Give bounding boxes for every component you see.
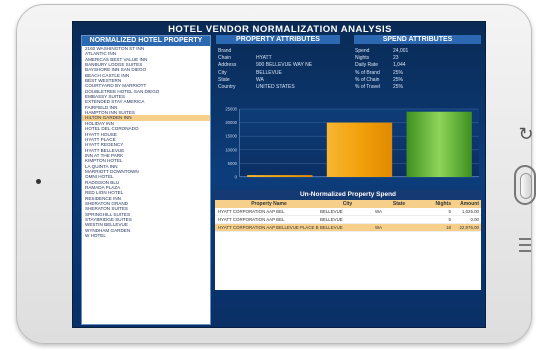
property-attribute-label: Chain (218, 55, 232, 62)
cell-property-name: HYATT CORPORATION AAP BEL (218, 209, 285, 214)
property-attribute-value: HYATT (256, 55, 272, 62)
spend-attribute-label: % of Travel (355, 84, 381, 90)
spend-table-body: HYATT CORPORATION AAP BEL BELLEVUE WA 5 1,02… (215, 208, 481, 232)
spend-attribute-row: Spend 24,001 (355, 48, 475, 55)
cell-state: WA (375, 225, 382, 230)
chart-bar[interactable] (326, 122, 393, 177)
property-attribute-label: State (218, 76, 230, 83)
spend-attribute-value: 25% (393, 76, 404, 83)
hotel-list-item[interactable]: W HOTEL (82, 233, 210, 238)
property-attribute-row: Country UNITED STATES (218, 84, 338, 91)
cell-property-name: HYATT CORPORATION AAP BEL (218, 217, 285, 222)
table-row[interactable]: HYATT CORPORATION AAP BEL BELLEVUE 5 0.00 (215, 216, 481, 224)
property-attribute-row: Address 900 BELLEVUE WAY NE (218, 62, 338, 69)
spend-attribute-row: Nights 23 (355, 55, 475, 62)
property-attribute-label: Country (218, 84, 236, 90)
cell-state: WA (375, 209, 382, 214)
app-screen: HOTEL VENDOR NORMALIZATION ANALYSIS NORM… (72, 21, 486, 328)
spend-attribute-row: % of Travel 25% (355, 84, 475, 91)
y-tick-label: 5000 (228, 161, 238, 166)
property-attribute-value: UNITED STATES (256, 84, 295, 90)
property-attribute-row: City BELLEVUE (218, 70, 338, 77)
refresh-icon[interactable]: ↻ (511, 123, 538, 145)
cell-state (375, 216, 423, 223)
property-attribute-row: Brand (218, 48, 338, 55)
property-attribute-label: Address (218, 62, 237, 69)
spend-attribute-value: 1,044 (393, 62, 406, 69)
hotel-list: 2160 WASHINGTON ST INN ATLANTIC INN AMERIC… (82, 46, 210, 238)
property-attribute-value: 900 BELLEVUE WAY NE (256, 62, 313, 69)
property-attribute-value: BELLEVUE (256, 69, 282, 76)
property-attributes-panel: Brand Chain HYATT Address 900 BELLEVUE WAY N… (218, 48, 338, 96)
cell-amount: 0.00 (470, 217, 479, 222)
spend-table: Un-Normalized Property Spend Property Na… (215, 190, 481, 290)
col-amount[interactable]: Amount (451, 200, 481, 208)
cell-nights: 18 (446, 225, 451, 230)
camera-dot (36, 179, 41, 184)
spend-attribute-value: 23 (393, 55, 399, 62)
property-attribute-row: Chain HYATT (218, 55, 338, 62)
property-attribute-label: City (218, 69, 227, 76)
app-title: HOTEL VENDOR NORMALIZATION ANALYSIS (168, 24, 392, 35)
cell-property-name: HYATT CORPORATION AAP BELLEVUE PLACE B (218, 225, 319, 230)
property-attribute-label: Brand (218, 48, 232, 54)
spend-attribute-value: 25% (393, 69, 404, 76)
spend-attribute-value: 24,001 (393, 48, 409, 54)
y-tick-label: 25000 (225, 107, 237, 112)
y-tick-label: 20000 (225, 120, 237, 125)
spend-attribute-label: % of Chain (355, 76, 380, 83)
hotel-list-header: NORMALIZED HOTEL PROPERTY (82, 36, 210, 46)
cell-amount: 22,976.00 (459, 225, 479, 230)
col-property-name[interactable]: Property Name (215, 200, 320, 208)
tablet-frame: HOTEL VENDOR NORMALIZATION ANALYSIS NORM… (16, 4, 536, 344)
spend-attribute-label: Spend (355, 48, 370, 54)
spend-bar-chart: 25000 20000 15000 10000 5000 0 (225, 107, 479, 180)
table-row[interactable]: HYATT CORPORATION AAP BELLEVUE PLACE B BE… (215, 224, 481, 232)
table-row[interactable]: HYATT CORPORATION AAP BEL BELLEVUE WA 5 1,02… (215, 208, 481, 216)
spend-attribute-row: % of Chain 25% (355, 77, 475, 84)
spend-table-title: Un-Normalized Property Spend (215, 190, 481, 200)
col-city[interactable]: City (320, 200, 375, 208)
spend-attribute-label: % of Brand (355, 69, 380, 76)
chart-bar[interactable] (247, 175, 313, 177)
spend-attribute-label: Nights (355, 55, 370, 62)
property-attribute-value: WA (256, 76, 264, 83)
spend-attributes-panel: Spend 24,001 Nights 23 Daily Rate 1,044% of B… (355, 48, 475, 96)
chart-bar[interactable] (406, 111, 472, 177)
home-button[interactable] (514, 165, 536, 205)
y-tick-label: 15000 (225, 134, 237, 139)
col-state[interactable]: State (375, 200, 423, 208)
spend-attributes-header: SPEND ATTRIBUTES (354, 35, 481, 44)
spend-chart: 25000 20000 15000 10000 5000 0 (215, 107, 481, 180)
cell-nights: 5 (448, 217, 451, 222)
property-attribute-row: State WA (218, 77, 338, 84)
cell-amount: 1,025.00 (461, 209, 479, 214)
spend-attribute-row: % of Brand 25% (355, 70, 475, 77)
col-nights[interactable]: Nights (423, 200, 451, 208)
spend-attribute-row: Daily Rate 1,044 (355, 62, 475, 69)
spend-attribute-value: 25% (393, 84, 404, 90)
spend-table-header: Property Name City State Nights Amount (215, 200, 481, 208)
spend-attribute-label: Daily Rate (355, 62, 379, 69)
y-tick-label: 0 (235, 175, 238, 180)
hotel-list-panel: NORMALIZED HOTEL PROPERTY 2160 WASHINGTO… (81, 35, 211, 325)
y-tick-label: 10000 (225, 147, 237, 152)
cell-city: BELLEVUE (320, 217, 343, 222)
cell-nights: 5 (448, 209, 451, 214)
cell-city: BELLEVUE (320, 209, 343, 214)
cell-city: BELLEVUE (320, 225, 343, 230)
property-attributes-header: PROPERTY ATTRIBUTES (216, 35, 340, 44)
menu-icon[interactable] (517, 233, 533, 257)
